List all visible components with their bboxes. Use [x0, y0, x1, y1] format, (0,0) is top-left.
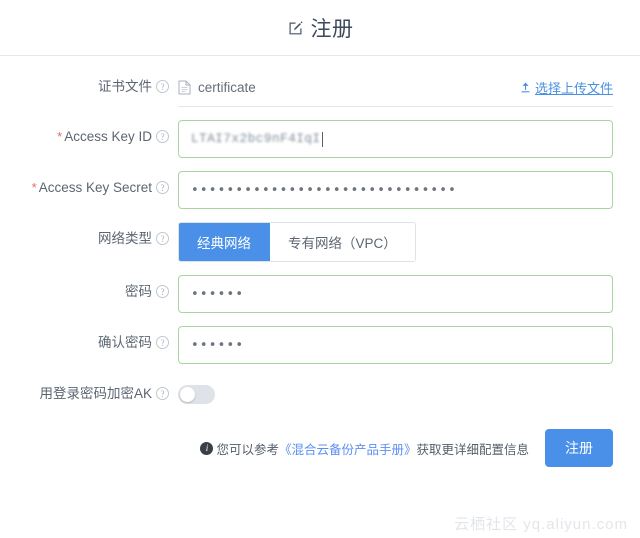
control-access-key-secret: •••••••••••••••••••••••••••••• — [178, 171, 640, 209]
footer-note-suffix: 获取更详细配置信息 — [416, 439, 529, 458]
required-asterisk: * — [57, 129, 62, 144]
label-network-type-text: 网络类型 — [98, 231, 152, 246]
page-title-text: 注册 — [311, 13, 354, 43]
confirm-password-value: •••••• — [191, 338, 244, 353]
network-type-segmented-control: 经典网络 专有网络（VPC） — [178, 222, 416, 262]
control-confirm-password: •••••• — [178, 326, 640, 364]
info-circle-icon: i — [200, 442, 213, 455]
label-password-text: 密码 — [125, 284, 152, 299]
label-certificate: 证书文件? — [0, 70, 178, 104]
question-circle-icon[interactable]: ? — [156, 336, 169, 349]
product-manual-link[interactable]: 《混合云备份产品手册》 — [279, 439, 417, 458]
footer-note-prefix: 您可以参考 — [216, 439, 279, 458]
label-confirm-password-text: 确认密码 — [98, 335, 152, 350]
form-footer: i您可以参考《混合云备份产品手册》获取更详细配置信息 注册 — [0, 429, 640, 467]
label-password: 密码? — [0, 275, 178, 309]
password-input[interactable]: •••••• — [178, 275, 613, 313]
question-circle-icon[interactable]: ? — [156, 285, 169, 298]
access-key-secret-input[interactable]: •••••••••••••••••••••••••••••• — [178, 171, 613, 209]
form-row-access-key-id: *Access Key ID? LTAI7x2bc9nF4IqI — [0, 120, 640, 158]
toggle-knob — [180, 387, 195, 402]
control-access-key-id: LTAI7x2bc9nF4IqI — [178, 120, 640, 158]
certificate-file-name: certificate — [178, 80, 256, 95]
question-circle-icon[interactable]: ? — [156, 387, 169, 400]
upload-arrow-icon — [520, 81, 531, 93]
form-row-access-key-secret: *Access Key Secret? ••••••••••••••••••••… — [0, 171, 640, 209]
watermark: 云栖社区 yq.aliyun.com — [454, 513, 628, 534]
label-access-key-secret-text: Access Key Secret — [39, 180, 152, 195]
segment-vpc-network[interactable]: 专有网络（VPC） — [270, 223, 415, 261]
edit-square-icon — [287, 19, 305, 37]
control-encrypt-ak — [178, 377, 640, 404]
question-circle-icon[interactable]: ? — [156, 232, 169, 245]
page-title: 注册 — [287, 13, 354, 43]
password-value: •••••• — [191, 287, 244, 302]
label-access-key-id-text: Access Key ID — [64, 129, 152, 144]
footer-note: i您可以参考《混合云备份产品手册》获取更详细配置信息 — [200, 439, 529, 458]
select-upload-file-label: 选择上传文件 — [535, 78, 613, 97]
form-row-password: 密码? •••••• — [0, 275, 640, 313]
page-header: 注册 — [0, 0, 640, 56]
certificate-file-row: certificate 选择上传文件 — [178, 70, 613, 107]
question-circle-icon[interactable]: ? — [156, 181, 169, 194]
control-certificate: certificate 选择上传文件 — [178, 70, 640, 107]
registration-form: 证书文件? certificate — [0, 56, 640, 467]
form-row-network-type: 网络类型? 经典网络 专有网络（VPC） — [0, 222, 640, 262]
label-confirm-password: 确认密码? — [0, 326, 178, 360]
label-access-key-id: *Access Key ID? — [0, 120, 178, 154]
question-circle-icon[interactable]: ? — [156, 130, 169, 143]
access-key-id-input[interactable]: LTAI7x2bc9nF4IqI — [178, 120, 613, 158]
confirm-password-input[interactable]: •••••• — [178, 326, 613, 364]
select-upload-file-link[interactable]: 选择上传文件 — [520, 78, 613, 97]
label-certificate-text: 证书文件 — [98, 79, 152, 94]
encrypt-ak-toggle[interactable] — [178, 385, 215, 404]
label-encrypt-ak: 用登录密码加密AK? — [0, 377, 178, 411]
form-row-certificate: 证书文件? certificate — [0, 70, 640, 107]
label-encrypt-ak-text: 用登录密码加密AK — [39, 386, 152, 401]
certificate-file-label: certificate — [198, 80, 256, 95]
segment-classic-network[interactable]: 经典网络 — [179, 223, 270, 261]
label-access-key-secret: *Access Key Secret? — [0, 171, 178, 205]
control-password: •••••• — [178, 275, 640, 313]
file-document-icon — [178, 80, 191, 95]
required-asterisk: * — [32, 180, 37, 195]
text-caret — [322, 132, 323, 147]
label-network-type: 网络类型? — [0, 222, 178, 256]
form-row-encrypt-ak: 用登录密码加密AK? — [0, 377, 640, 411]
submit-register-button[interactable]: 注册 — [545, 429, 613, 467]
form-row-confirm-password: 确认密码? •••••• — [0, 326, 640, 364]
question-circle-icon[interactable]: ? — [156, 80, 169, 93]
access-key-id-value: LTAI7x2bc9nF4IqI — [191, 132, 321, 146]
access-key-secret-value: •••••••••••••••••••••••••••••• — [191, 183, 457, 198]
control-network-type: 经典网络 专有网络（VPC） — [178, 222, 640, 262]
